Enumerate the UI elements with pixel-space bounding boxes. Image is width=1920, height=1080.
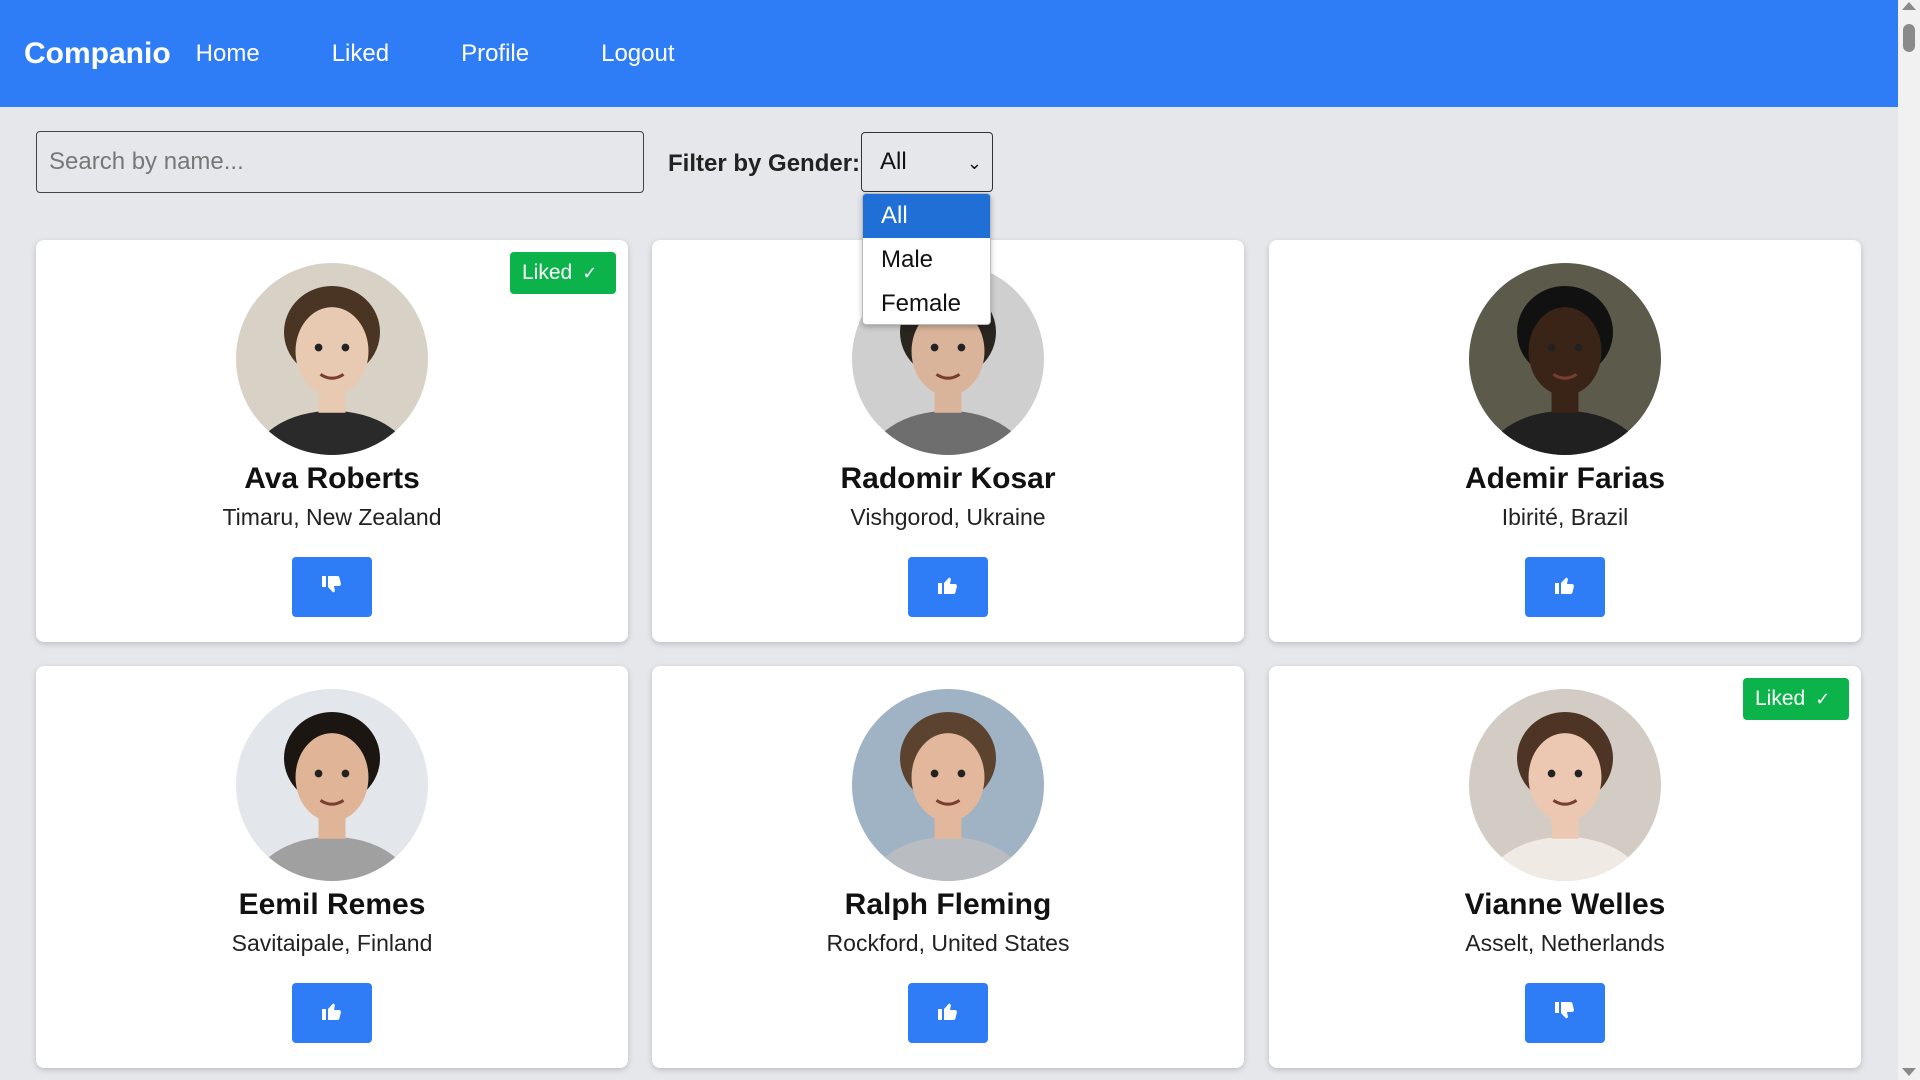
gender-option-female[interactable]: Female bbox=[863, 282, 990, 324]
profile-name: Ademir Farias bbox=[1464, 462, 1666, 495]
scroll-thumb[interactable] bbox=[1903, 24, 1915, 52]
thumbs-down-icon bbox=[1553, 999, 1577, 1028]
thumbs-down-icon bbox=[320, 573, 344, 602]
profile-location: Asselt, Netherlands bbox=[1465, 930, 1665, 956]
nav-liked[interactable]: Liked bbox=[332, 40, 389, 68]
check-icon: ✓ bbox=[1815, 688, 1831, 709]
like-button[interactable] bbox=[292, 983, 372, 1043]
gender-dropdown: All Male Female bbox=[862, 193, 991, 325]
thumbs-up-icon bbox=[1553, 573, 1577, 602]
avatar bbox=[236, 263, 428, 455]
liked-badge-label: Liked bbox=[522, 261, 573, 284]
profile-name: Ralph Fleming bbox=[844, 888, 1052, 921]
page-scrollbar[interactable] bbox=[1898, 0, 1920, 1080]
search-input[interactable] bbox=[36, 131, 644, 193]
profile-card: Ademir Farias Ibirité, Brazil bbox=[1269, 240, 1861, 642]
scroll-up-arrow-icon[interactable] bbox=[1902, 2, 1916, 10]
avatar bbox=[1469, 263, 1661, 455]
unlike-button[interactable] bbox=[1525, 983, 1605, 1043]
profile-location: Savitaipale, Finland bbox=[231, 930, 433, 956]
profile-card: Liked ✓ Vianne Welles Asselt, Netherlands bbox=[1269, 666, 1861, 1068]
check-icon: ✓ bbox=[582, 262, 598, 283]
avatar bbox=[236, 689, 428, 881]
profile-card: Liked ✓ Ava Roberts Timaru, New Zealand bbox=[36, 240, 628, 642]
brand-logo[interactable]: Companio bbox=[24, 37, 171, 71]
liked-badge: Liked ✓ bbox=[510, 252, 616, 294]
gender-select-value: All bbox=[880, 148, 907, 175]
thumbs-up-icon bbox=[936, 999, 960, 1028]
avatar bbox=[1469, 689, 1661, 881]
profile-location: Rockford, United States bbox=[826, 930, 1070, 956]
avatar bbox=[852, 689, 1044, 881]
thumbs-up-icon bbox=[936, 573, 960, 602]
scroll-down-arrow-icon[interactable] bbox=[1902, 1068, 1916, 1076]
profile-location: Timaru, New Zealand bbox=[222, 504, 442, 530]
liked-badge-label: Liked bbox=[1755, 687, 1806, 710]
thumbs-up-icon bbox=[320, 999, 344, 1028]
gender-option-all[interactable]: All bbox=[863, 194, 990, 238]
profile-location: Vishgorod, Ukraine bbox=[850, 504, 1046, 530]
filter-label: Filter by Gender: bbox=[668, 150, 861, 177]
nav-logout[interactable]: Logout bbox=[601, 40, 674, 68]
navbar: Companio Home Liked Profile Logout bbox=[0, 0, 1898, 107]
gender-option-male[interactable]: Male bbox=[863, 238, 990, 282]
gender-select[interactable]: All ⌄ bbox=[861, 132, 993, 192]
like-button[interactable] bbox=[908, 557, 988, 617]
profile-name: Radomir Kosar bbox=[840, 462, 1056, 495]
profile-card: Ralph Fleming Rockford, United States bbox=[652, 666, 1244, 1068]
chevron-down-icon: ⌄ bbox=[966, 153, 982, 173]
unlike-button[interactable] bbox=[292, 557, 372, 617]
profile-name: Ava Roberts bbox=[244, 462, 420, 495]
nav-profile[interactable]: Profile bbox=[461, 40, 529, 68]
profile-location: Ibirité, Brazil bbox=[1501, 504, 1629, 530]
like-button[interactable] bbox=[908, 983, 988, 1043]
like-button[interactable] bbox=[1525, 557, 1605, 617]
nav-home[interactable]: Home bbox=[196, 40, 260, 68]
profile-card: Eemil Remes Savitaipale, Finland bbox=[36, 666, 628, 1068]
liked-badge: Liked ✓ bbox=[1743, 678, 1849, 720]
profile-name: Eemil Remes bbox=[238, 888, 426, 921]
profile-name: Vianne Welles bbox=[1464, 888, 1666, 921]
